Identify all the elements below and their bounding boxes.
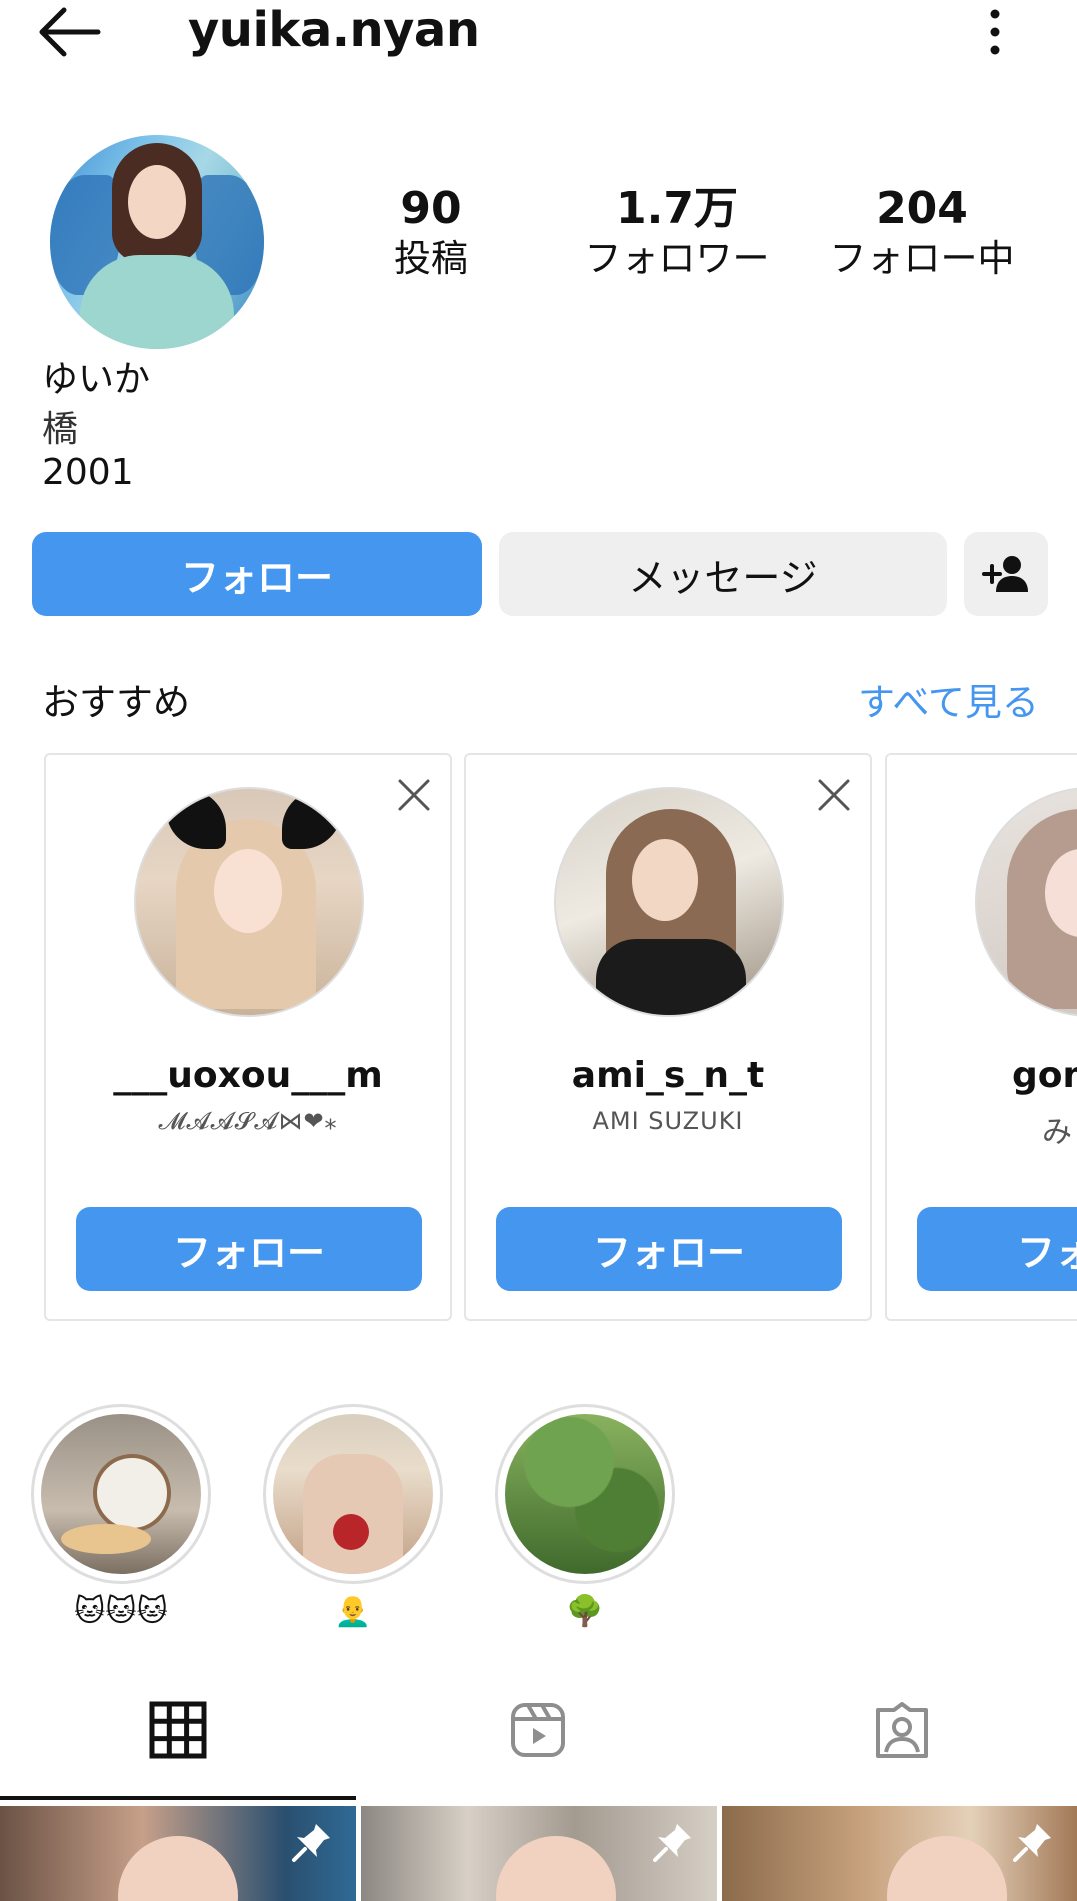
posts-stat[interactable]: 90 投稿 bbox=[331, 183, 531, 283]
close-icon[interactable] bbox=[816, 777, 852, 813]
suggestion-card[interactable]: ami_s_n_t AMI SUZUKI フォロー bbox=[464, 753, 872, 1321]
highlight-label: 👨‍🦲 bbox=[334, 1594, 372, 1629]
pin-icon bbox=[292, 1824, 330, 1862]
post-thumbnail[interactable] bbox=[722, 1806, 1077, 1901]
followers-count: 1.7万 bbox=[616, 183, 738, 234]
highlight-label: 🐱🐱🐱 bbox=[74, 1594, 168, 1629]
bio-line: 2001 bbox=[42, 452, 134, 493]
story-highlight[interactable] bbox=[31, 1404, 211, 1584]
message-button[interactable]: メッセージ bbox=[499, 532, 947, 616]
following-count: 204 bbox=[876, 183, 968, 234]
suggestion-follow-button[interactable]: フォ bbox=[917, 1207, 1077, 1291]
suggestion-username[interactable]: ami_s_n_t bbox=[466, 1055, 870, 1096]
suggestion-subtitle: 𝓜𝓐𝓐𝓢𝓐⋈❤︎⁎ bbox=[158, 1107, 338, 1135]
bio-line: 橋 bbox=[42, 409, 79, 450]
follow-button[interactable]: フォロー bbox=[32, 532, 482, 616]
post-thumbnail[interactable] bbox=[0, 1806, 356, 1901]
suggestion-subtitle: み bbox=[1042, 1115, 1073, 1150]
suggestion-username[interactable]: gom bbox=[1012, 1055, 1077, 1096]
active-tab-indicator bbox=[0, 1796, 356, 1800]
followers-label: フォロワー bbox=[584, 237, 770, 281]
suggestion-username[interactable]: ___uoxou___m bbox=[46, 1055, 450, 1096]
close-icon[interactable] bbox=[396, 777, 432, 813]
story-highlight[interactable] bbox=[263, 1404, 443, 1584]
pin-icon bbox=[653, 1824, 691, 1862]
pin-icon bbox=[1013, 1824, 1051, 1862]
posts-count: 90 bbox=[400, 183, 462, 234]
posts-label: 投稿 bbox=[394, 237, 468, 281]
suggestion-follow-button[interactable]: フォロー bbox=[76, 1207, 422, 1291]
highlight-label: 🌳 bbox=[566, 1594, 604, 1629]
suggestion-avatar[interactable] bbox=[975, 787, 1077, 1017]
reels-tab-icon[interactable] bbox=[508, 1700, 568, 1760]
profile-username: yuika.nyan bbox=[188, 2, 480, 58]
post-thumbnail[interactable] bbox=[361, 1806, 717, 1901]
following-label: フォロー中 bbox=[829, 237, 1015, 281]
suggestion-subtitle: AMI SUZUKI bbox=[592, 1107, 744, 1135]
display-name: ゆいか bbox=[42, 359, 151, 400]
profile-avatar[interactable] bbox=[50, 135, 264, 349]
story-highlight[interactable] bbox=[495, 1404, 675, 1584]
following-stat[interactable]: 204 フォロー中 bbox=[822, 183, 1022, 283]
suggestion-card[interactable]: ___uoxou___m 𝓜𝓐𝓐𝓢𝓐⋈❤︎⁎ フォロー bbox=[44, 753, 452, 1321]
add-person-icon bbox=[982, 556, 1028, 592]
back-arrow-icon[interactable] bbox=[36, 4, 106, 60]
suggestion-avatar[interactable] bbox=[554, 787, 784, 1017]
suggest-users-button[interactable] bbox=[964, 532, 1048, 616]
tagged-tab-icon[interactable] bbox=[872, 1700, 932, 1760]
suggestions-title: おすすめ bbox=[42, 681, 190, 724]
suggestion-card[interactable]: gom み フォ bbox=[885, 753, 1077, 1321]
suggestion-follow-button[interactable]: フォロー bbox=[496, 1207, 842, 1291]
more-options-icon[interactable] bbox=[980, 8, 1010, 56]
followers-stat[interactable]: 1.7万 フォロワー bbox=[577, 183, 777, 283]
see-all-link[interactable]: すべて見る bbox=[858, 672, 1039, 726]
grid-tab-icon[interactable] bbox=[148, 1700, 208, 1760]
suggestion-avatar[interactable] bbox=[134, 787, 364, 1017]
